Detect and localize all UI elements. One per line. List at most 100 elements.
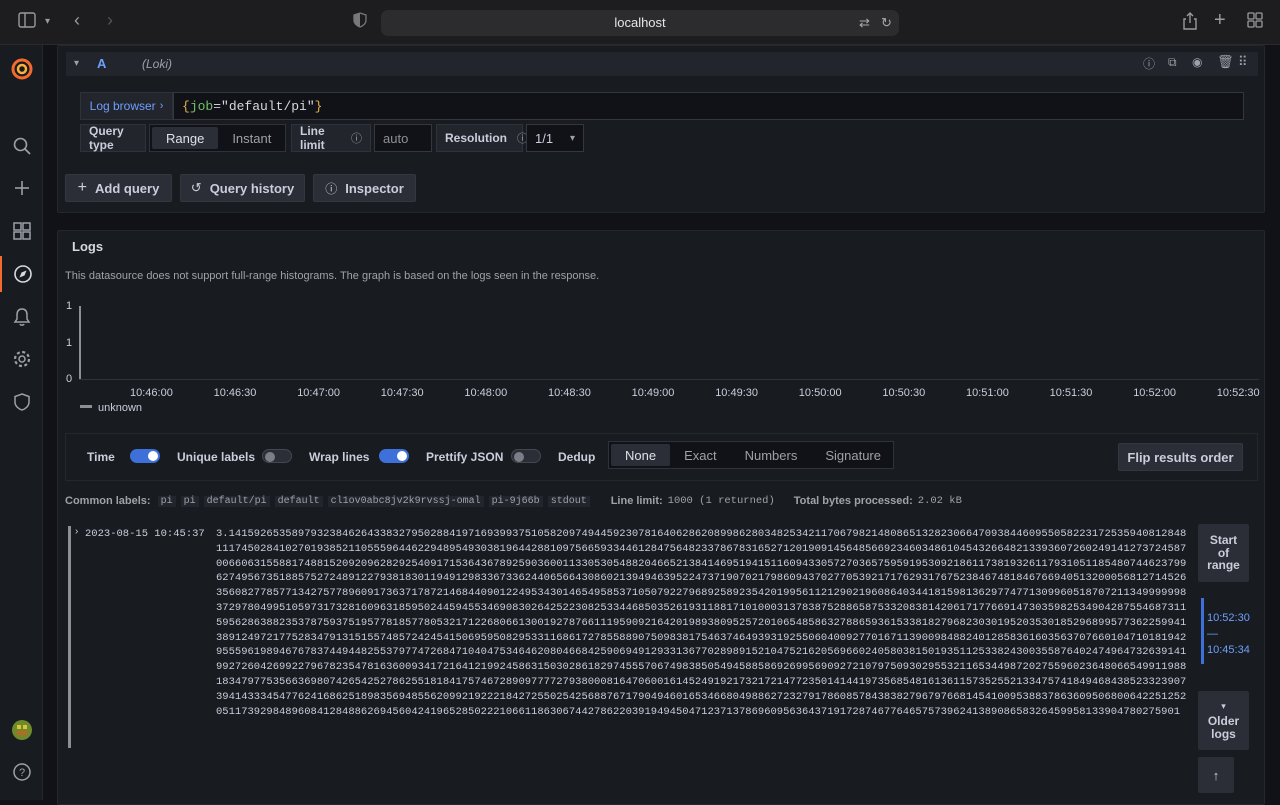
dedup-numbers[interactable]: Numbers — [731, 444, 812, 466]
log-row-timestamp[interactable]: 2023-08-15 10:45:37 — [85, 527, 205, 542]
logs-histogram: 1 1 0 10:46:00 10:46:30 10:47:00 10:47:30 10… — [60, 298, 1265, 418]
y-tick-label: 1 — [66, 337, 73, 349]
dedup-signature[interactable]: Signature — [811, 444, 895, 466]
range-separator: — — [1207, 628, 1218, 640]
time-toggle[interactable] — [130, 449, 160, 463]
info-icon: ⓘ — [325, 181, 338, 196]
older-logs-label: Older logs — [1207, 714, 1240, 741]
chevron-right-icon: › — [159, 100, 164, 112]
expand-row-icon[interactable]: › — [75, 526, 78, 537]
user-avatar[interactable] — [0, 712, 43, 748]
resolution-label-box: Resolution ⓘ — [436, 124, 528, 152]
common-label: cl1ov0abc8jv2k9rvssj-omal — [327, 495, 484, 507]
wrap-lines-toggle[interactable] — [379, 449, 409, 463]
legend-swatch — [80, 405, 92, 408]
query-row-header — [66, 52, 1258, 76]
histogram-bar — [79, 306, 81, 379]
query-type-instant[interactable]: Instant — [218, 127, 285, 149]
alerting-icon[interactable] — [0, 299, 43, 335]
x-tick-label: 10:46:30 — [213, 387, 257, 399]
hide-query-icon[interactable]: ◉ — [1192, 55, 1202, 69]
dedup-none[interactable]: None — [611, 444, 671, 466]
plus-icon[interactable] — [0, 170, 43, 206]
older-logs-button[interactable]: ▾ Older logs — [1198, 691, 1249, 750]
unique-labels-toggle[interactable] — [262, 449, 292, 463]
translate-icon[interactable]: ⇄ — [859, 10, 870, 36]
history-icon: ↺ — [190, 180, 202, 195]
drag-handle-icon[interactable]: ⠿ — [1238, 54, 1248, 70]
back-icon[interactable]: ‹ — [74, 10, 80, 30]
server-admin-icon[interactable] — [0, 384, 43, 420]
prettify-json-toggle[interactable] — [511, 449, 541, 463]
address-bar[interactable]: localhost ⇄ ↻ — [381, 10, 899, 36]
x-tick-label: 10:52:30 — [1216, 387, 1260, 399]
expression-operator: = — [213, 98, 222, 114]
expression-brace-open: { — [182, 98, 190, 114]
arrow-up-icon: ↑ — [1212, 767, 1220, 783]
chevron-down-icon[interactable]: ▾ — [45, 12, 50, 32]
log-browser-label: Log browser — [89, 99, 156, 113]
line-limit-label: Line limit — [300, 124, 325, 152]
delete-query-icon[interactable]: 🗑 — [1217, 54, 1234, 70]
duplicate-query-icon[interactable]: ⧉ — [1168, 55, 1177, 70]
new-tab-icon[interactable]: + — [1214, 10, 1226, 30]
dedup-selector: None Exact Numbers Signature — [608, 441, 894, 469]
info-icon[interactable]: ⓘ — [351, 130, 362, 146]
add-query-button[interactable]: + Add query — [65, 174, 172, 202]
x-tick-label: 10:47:30 — [380, 387, 424, 399]
query-history-button[interactable]: ↺ Query history — [180, 174, 305, 202]
forward-icon[interactable]: › — [107, 10, 113, 30]
line-limit-input[interactable]: auto — [374, 124, 432, 152]
start-of-range-button[interactable]: Start of range — [1198, 524, 1249, 582]
query-type-range[interactable]: Range — [152, 127, 219, 149]
scroll-to-top-button[interactable]: ↑ — [1198, 757, 1234, 793]
common-label: pi — [180, 495, 199, 507]
query-history-label: Query history — [209, 180, 295, 196]
range-indicator: 10:52:30 — 10:45:34 — [1207, 610, 1255, 658]
dedup-label: Dedup — [558, 450, 596, 464]
browser-toolbar: ▾ ‹ › localhost ⇄ ↻ + — [0, 0, 1280, 45]
search-icon[interactable] — [0, 128, 43, 164]
help-icon[interactable]: ⓘ — [1143, 55, 1155, 72]
log-row-message[interactable]: 3.14159265358979323846264338327950288419… — [216, 527, 1192, 719]
logs-title: Logs — [72, 239, 104, 254]
resolution-select[interactable]: 1/1 ▾ — [526, 124, 584, 152]
inspector-button[interactable]: ⓘ Inspector — [313, 174, 416, 202]
range-end: 10:52:30 — [1207, 612, 1250, 624]
dedup-exact[interactable]: Exact — [670, 444, 731, 466]
configuration-icon[interactable] — [0, 341, 43, 377]
url-text: localhost — [614, 15, 666, 30]
explore-icon[interactable] — [0, 256, 43, 292]
legend-label[interactable]: unknown — [98, 402, 142, 414]
histogram-notice: This datasource does not support full-ra… — [65, 270, 600, 282]
x-tick-label: 10:48:00 — [464, 387, 508, 399]
expression-value: "default/pi" — [221, 98, 315, 114]
tabs-overview-icon[interactable] — [1247, 12, 1263, 34]
shield-icon[interactable] — [353, 12, 367, 34]
svg-text:?: ? — [18, 767, 24, 779]
common-labels-title: Common labels: — [65, 495, 151, 507]
unique-labels-toggle-label: Unique labels — [177, 450, 256, 464]
log-browser-button[interactable]: Log browser › — [80, 92, 173, 120]
line-limit-info-label: Line limit: — [610, 495, 663, 507]
grafana-logo[interactable] — [0, 51, 43, 87]
share-icon[interactable] — [1182, 12, 1198, 36]
help-icon[interactable]: ? — [0, 754, 43, 790]
flip-results-order-button[interactable]: Flip results order — [1118, 443, 1243, 471]
x-tick-label: 10:50:00 — [798, 387, 842, 399]
query-expression-field[interactable]: {job = "default/pi"} — [173, 92, 1244, 120]
log-level-bar — [68, 526, 71, 748]
reload-icon[interactable]: ↻ — [881, 10, 892, 36]
inspector-label: Inspector — [345, 180, 404, 196]
prettify-json-toggle-label: Prettify JSON — [426, 450, 504, 464]
grafana-sidebar: ? — [0, 45, 43, 800]
query-ref-id[interactable]: A — [97, 56, 106, 71]
dashboards-icon[interactable] — [0, 213, 43, 249]
range-indicator-bar — [1201, 598, 1204, 664]
sidebar-toggle-icon[interactable] — [18, 12, 36, 34]
resolution-value: 1/1 — [535, 130, 554, 146]
collapse-chevron-icon[interactable]: ▾ — [74, 58, 79, 69]
x-tick-label: 10:49:30 — [715, 387, 759, 399]
chevron-down-icon: ▾ — [1221, 701, 1226, 711]
bytes-processed-label: Total bytes processed: — [793, 495, 913, 507]
